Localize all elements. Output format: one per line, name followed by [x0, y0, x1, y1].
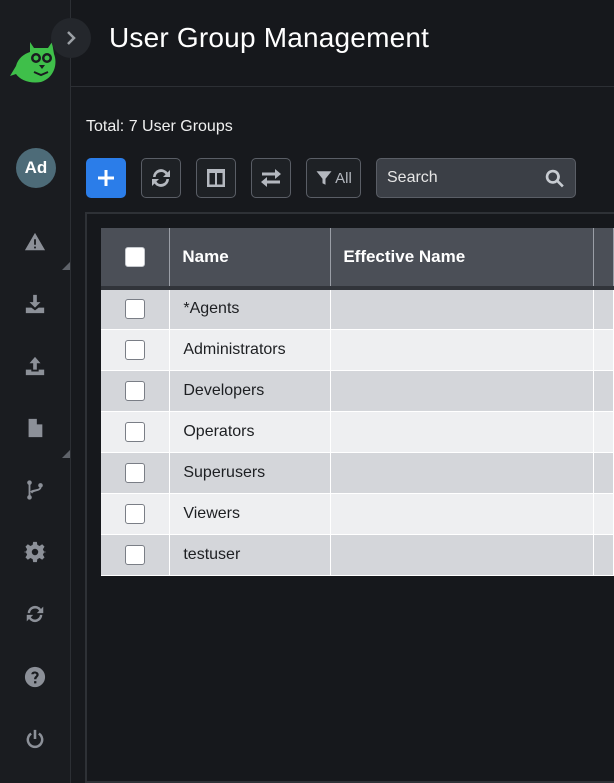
add-user-group-button[interactable] [86, 158, 126, 198]
effective-name-cell [330, 411, 595, 453]
effective-name-cell [330, 329, 595, 371]
next-cell [593, 370, 614, 412]
next-cell [593, 411, 614, 453]
table-header-row: Name Effective Name [101, 228, 614, 290]
row-checkbox[interactable] [125, 339, 146, 360]
row-checkbox-cell [101, 288, 171, 330]
row-checkbox[interactable] [125, 421, 146, 442]
alert-icon[interactable] [22, 229, 48, 255]
row-checkbox[interactable] [125, 503, 146, 524]
upload-icon[interactable] [22, 353, 48, 379]
avatar-initials: Ad [24, 158, 48, 177]
filter-button[interactable]: All [306, 158, 361, 198]
search-icon[interactable] [544, 168, 565, 189]
table-row[interactable]: testuser [101, 534, 614, 576]
sidebar-expand-button[interactable] [51, 18, 91, 58]
table-row[interactable]: Superusers [101, 452, 614, 494]
sidebar: Ad [0, 0, 71, 783]
group-name-cell: Operators [169, 411, 332, 453]
columns-button[interactable] [196, 158, 236, 198]
effective-name-cell [330, 370, 595, 412]
refresh-icon [152, 169, 170, 187]
next-cell [593, 329, 614, 371]
table-row[interactable]: *Agents [101, 288, 614, 330]
filter-icon [316, 171, 332, 185]
gear-icon[interactable] [22, 539, 48, 565]
column-header-name[interactable]: Name [169, 228, 332, 290]
user-groups-table: Name Effective Name *Agents Administrato… [101, 228, 614, 576]
row-checkbox[interactable] [125, 380, 146, 401]
effective-name-cell [330, 452, 595, 494]
row-checkbox[interactable] [125, 462, 146, 483]
sync-icon[interactable] [22, 601, 48, 627]
group-name-cell: Superusers [169, 452, 332, 494]
search-box[interactable] [376, 158, 576, 198]
row-checkbox-cell [101, 370, 171, 412]
row-checkbox[interactable] [125, 544, 146, 565]
branch-icon[interactable] [22, 477, 48, 503]
row-checkbox[interactable] [125, 299, 146, 320]
next-cell [593, 452, 614, 494]
row-checkbox-cell [101, 493, 171, 535]
caret-decoration [62, 450, 70, 458]
next-cell [593, 288, 614, 330]
main-content: Total: 7 User Groups All Name Effective [71, 88, 614, 783]
avatar[interactable]: Ad [16, 148, 56, 188]
chevron-right-icon [67, 31, 76, 45]
help-icon[interactable] [22, 664, 48, 690]
caret-decoration [62, 262, 70, 270]
plus-icon [98, 170, 114, 186]
columns-icon [207, 169, 225, 187]
effective-name-cell [330, 288, 595, 330]
page-title: User Group Management [109, 22, 430, 53]
row-checkbox-cell [101, 534, 171, 576]
group-name-cell: Administrators [169, 329, 332, 371]
refresh-button[interactable] [141, 158, 181, 198]
group-name-cell: testuser [169, 534, 332, 576]
table-row[interactable]: Operators [101, 411, 614, 453]
column-header-effective-name[interactable]: Effective Name [330, 228, 595, 290]
table-row[interactable]: Developers [101, 370, 614, 412]
row-checkbox-cell [101, 411, 171, 453]
select-all-cell [101, 228, 171, 290]
file-icon[interactable] [22, 415, 48, 441]
next-cell [593, 534, 614, 576]
filter-label: All [335, 169, 352, 187]
row-checkbox-cell [101, 452, 171, 494]
power-icon[interactable] [22, 726, 48, 752]
total-count: Total: 7 User Groups [86, 118, 233, 135]
table-row[interactable]: Administrators [101, 329, 614, 371]
effective-name-cell [330, 493, 595, 535]
swap-button[interactable] [251, 158, 291, 198]
group-name-cell: *Agents [169, 288, 332, 330]
group-name-cell: Viewers [169, 493, 332, 535]
search-input[interactable] [377, 159, 537, 197]
column-header-next[interactable] [593, 228, 614, 290]
page-header: User Group Management [71, 0, 614, 87]
table-container: Name Effective Name *Agents Administrato… [85, 212, 614, 783]
select-all-checkbox[interactable] [125, 247, 146, 268]
group-name-cell: Developers [169, 370, 332, 412]
effective-name-cell [330, 534, 595, 576]
swap-arrows-icon [261, 169, 281, 187]
row-checkbox-cell [101, 329, 171, 371]
download-icon[interactable] [22, 291, 48, 317]
table-row[interactable]: Viewers [101, 493, 614, 535]
next-cell [593, 493, 614, 535]
